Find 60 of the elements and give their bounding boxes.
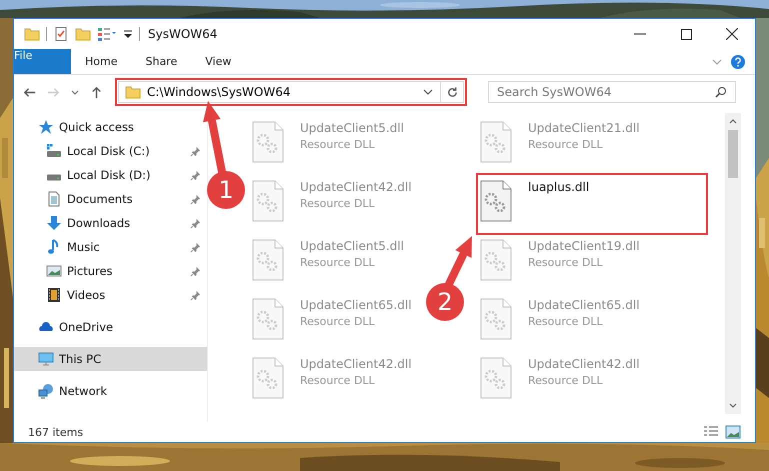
file-type: Resource DLL xyxy=(300,315,376,328)
ribbon-tab[interactable]: Home xyxy=(71,49,132,74)
pin-icon[interactable] xyxy=(190,266,201,276)
scroll-thumb[interactable] xyxy=(728,130,738,178)
sidebar-item[interactable]: OneDrive xyxy=(14,315,118,339)
pin-icon[interactable] xyxy=(190,146,201,156)
refresh-icon xyxy=(446,86,458,98)
pin-icon[interactable] xyxy=(190,290,201,300)
search-icon[interactable] xyxy=(715,86,727,98)
new-folder-icon[interactable] xyxy=(75,26,91,42)
star-icon xyxy=(38,119,54,135)
file-type: Resource DLL xyxy=(300,197,376,210)
dropdown-icon[interactable] xyxy=(123,29,133,39)
large-icons-view-icon[interactable] xyxy=(725,425,741,439)
view-options-icon[interactable] xyxy=(97,26,117,42)
drive-icon xyxy=(46,143,62,159)
item-count: 167 items xyxy=(28,426,84,438)
sidebar-item[interactable]: Music xyxy=(14,235,104,259)
file-type: Resource DLL xyxy=(528,256,604,269)
file-type: Resource DLL xyxy=(300,374,376,387)
sidebar-item[interactable]: Network xyxy=(14,379,112,403)
sidebar-item[interactable]: Local Disk (C:) xyxy=(14,139,154,163)
ribbon-tab[interactable]: View xyxy=(191,49,246,74)
maximize-icon xyxy=(680,28,692,40)
folder-icon xyxy=(125,84,141,100)
network-icon xyxy=(38,383,54,399)
sidebar-item[interactable]: Local Disk (D:) xyxy=(14,163,155,187)
minimize-icon xyxy=(634,33,646,35)
folder-icon[interactable] xyxy=(24,26,40,42)
drive-icon xyxy=(46,174,62,181)
file-name[interactable]: luaplus.dll xyxy=(528,180,590,194)
address-field[interactable]: C:\Windows\SysWOW64 xyxy=(118,81,464,103)
sidebar-item[interactable]: Downloads xyxy=(14,211,134,235)
file-type: Resource DLL xyxy=(528,138,604,151)
properties-icon[interactable] xyxy=(53,26,69,42)
search-field[interactable]: Search SysWOW64 xyxy=(488,81,736,103)
dll-file-icon[interactable] xyxy=(480,180,512,222)
ribbon-tab[interactable]: Share xyxy=(131,49,192,74)
scrollbar[interactable] xyxy=(725,113,741,414)
monitor-icon xyxy=(38,351,54,367)
file-type: Resource DLL xyxy=(528,374,604,387)
download-arrow-icon xyxy=(46,215,62,231)
sidebar-item[interactable]: Documents xyxy=(14,187,137,211)
pin-icon[interactable] xyxy=(190,170,201,180)
sidebar-item[interactable]: This PC xyxy=(14,347,207,371)
sidebar-item[interactable]: Quick access xyxy=(14,115,138,139)
file-type: Resource DLL xyxy=(300,138,376,151)
file-type: Resource DLL xyxy=(300,256,376,269)
pin-icon[interactable] xyxy=(190,218,201,228)
film-icon xyxy=(46,287,62,303)
sidebar-item[interactable]: Videos xyxy=(14,283,110,307)
close-icon xyxy=(726,28,738,40)
help-icon[interactable] xyxy=(731,54,745,68)
pin-icon[interactable] xyxy=(190,194,201,204)
file-type: Resource DLL xyxy=(528,315,604,328)
picture-icon xyxy=(46,263,62,279)
document-icon xyxy=(46,191,62,207)
window-title: SysWOW64 xyxy=(148,27,218,41)
sidebar-item[interactable]: Pictures xyxy=(14,259,117,283)
pin-icon[interactable] xyxy=(190,242,201,252)
